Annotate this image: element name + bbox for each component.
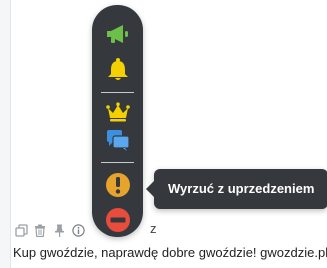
megaphone-icon — [106, 24, 128, 43]
ban-circle-icon — [105, 207, 130, 232]
copy-icon — [14, 223, 28, 237]
moderation-toolbar — [92, 5, 143, 237]
trash-icon — [35, 224, 45, 237]
toolbar-separator — [101, 162, 134, 163]
warn-kick-button[interactable] — [101, 168, 134, 201]
left-panel-edge — [0, 0, 11, 268]
notify-button[interactable] — [101, 53, 134, 86]
private-chat-button[interactable] — [101, 123, 134, 156]
bell-icon — [107, 57, 128, 80]
chat-bubbles-icon — [106, 129, 130, 151]
tooltip: Wyrzuć z uprzedzeniem — [145, 169, 327, 209]
info-button[interactable] — [70, 222, 86, 238]
pin-button[interactable] — [51, 222, 67, 238]
copy-button[interactable] — [13, 222, 29, 238]
toolbar-separator — [101, 92, 134, 93]
chat-view: Wyrzuć z uprzedzeniem z Kup gwoździe, na… — [0, 0, 327, 268]
delete-button[interactable] — [32, 222, 48, 238]
chat-message-text: Kup gwoździe, naprawdę dobre gwoździe! g… — [13, 245, 327, 260]
crown-icon — [105, 101, 130, 121]
pin-icon — [54, 224, 64, 237]
announce-button[interactable] — [101, 17, 134, 50]
warning-circle-icon — [105, 172, 130, 197]
info-icon — [71, 223, 85, 237]
partial-text: z — [150, 221, 157, 236]
message-actions — [13, 222, 89, 238]
ban-button[interactable] — [101, 203, 134, 236]
